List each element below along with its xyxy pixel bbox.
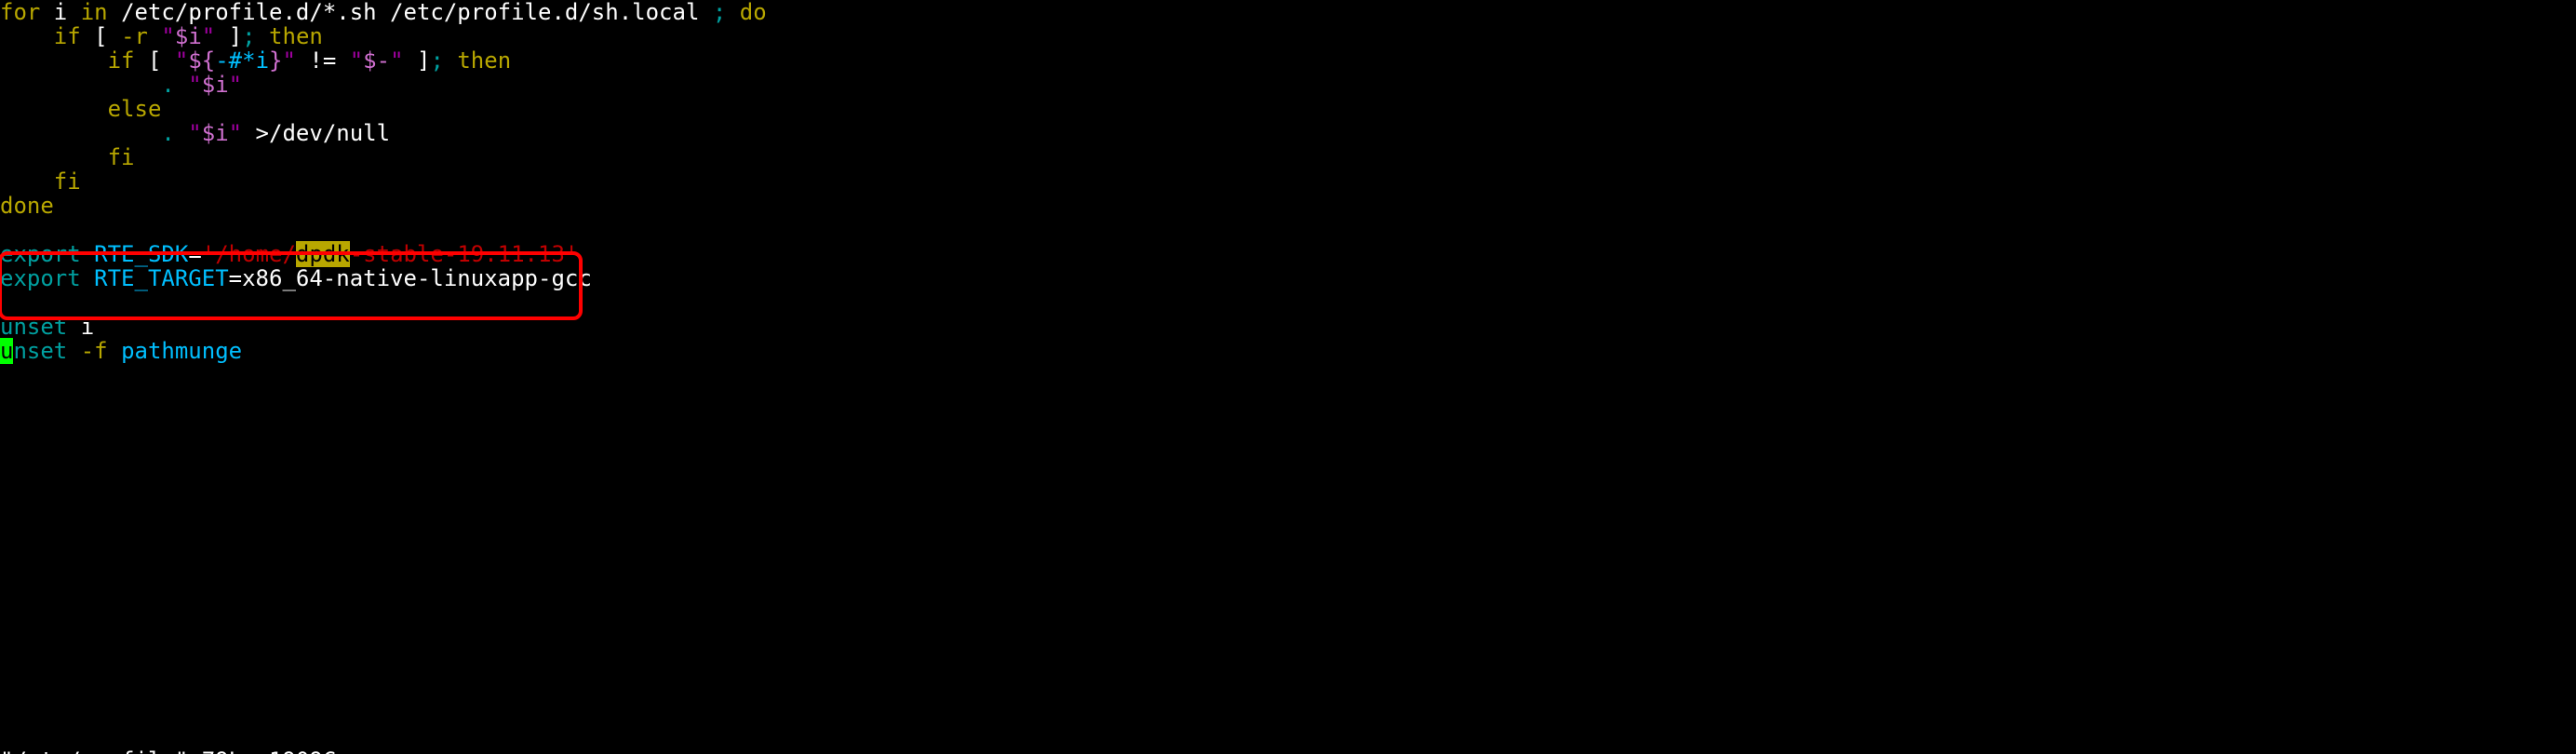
var: i xyxy=(81,314,94,340)
indent xyxy=(0,72,161,98)
sp xyxy=(175,120,188,146)
fn: pathmunge xyxy=(121,338,242,364)
val: x86_64-native-linuxapp-gcc xyxy=(242,265,592,291)
code-line: if [ "${-#*i}" != "$-" ]; then xyxy=(0,48,2576,73)
var-name: RTE_TARGET xyxy=(94,265,229,291)
indent xyxy=(0,144,108,170)
var: $i xyxy=(202,120,229,146)
status-line: "/etc/profile" 79L, 1909C 79,1 Bot xyxy=(0,724,2576,748)
kw-fi: fi xyxy=(54,168,81,195)
var: $i xyxy=(175,23,202,49)
txt: ] xyxy=(229,23,242,49)
code-line xyxy=(0,290,2576,315)
code-line: fi xyxy=(0,169,2576,194)
redir: > xyxy=(242,120,269,146)
sp xyxy=(81,265,94,291)
kw-then: then xyxy=(444,47,511,74)
expr: -#*i xyxy=(215,47,269,74)
sp xyxy=(81,241,94,267)
punct: ; xyxy=(713,0,726,25)
quote: " xyxy=(148,23,175,49)
txt: ] xyxy=(417,47,430,74)
kw-export: export xyxy=(0,265,81,291)
txt: /etc/profile.d/*.sh /etc/profile.d/sh.lo… xyxy=(108,0,713,25)
sp xyxy=(67,314,80,340)
eq: = xyxy=(229,265,242,291)
code-line: . "$i" >/dev/null xyxy=(0,121,2576,145)
code-line: fi xyxy=(0,145,2576,169)
code-line: . "$i" xyxy=(0,73,2576,97)
code-line: unset -f pathmunge xyxy=(0,339,2576,363)
dot: . xyxy=(161,72,174,98)
dot: . xyxy=(161,120,174,146)
indent xyxy=(0,96,108,122)
op: != xyxy=(296,47,350,74)
indent xyxy=(0,23,54,49)
var: $i xyxy=(202,72,229,98)
quote: " xyxy=(350,47,363,74)
indent xyxy=(0,120,161,146)
sp xyxy=(175,72,188,98)
quote: " xyxy=(175,47,188,74)
quote: " xyxy=(188,72,201,98)
flag: -r xyxy=(121,23,148,49)
flag: -f xyxy=(81,338,108,364)
path: /dev/null xyxy=(269,120,390,146)
kw-then: then xyxy=(256,23,323,49)
code-line: unset i xyxy=(0,315,2576,339)
kw-fi: fi xyxy=(108,144,135,170)
search-highlight: dpdk xyxy=(296,241,350,267)
kw-do: do xyxy=(726,0,766,25)
kw-if: if xyxy=(108,47,135,74)
txt: [ xyxy=(81,23,121,49)
quote: " xyxy=(390,47,417,74)
code-line: for i in /etc/profile.d/*.sh /etc/profil… xyxy=(0,0,2576,24)
txt: [ xyxy=(135,47,175,74)
kw-for: for xyxy=(0,0,40,25)
sp xyxy=(108,338,121,364)
expr: } xyxy=(269,47,282,74)
cursor: u xyxy=(0,338,13,364)
code-line: if [ -r "$i" ]; then xyxy=(0,24,2576,48)
indent xyxy=(0,168,54,195)
code-line: done xyxy=(0,194,2576,218)
indent xyxy=(0,47,108,74)
var: $- xyxy=(363,47,390,74)
code-line xyxy=(0,218,2576,242)
var-name: RTE_SDK xyxy=(94,241,188,267)
txt: i xyxy=(40,0,80,25)
kw-in: in xyxy=(81,0,108,25)
kw-else: else xyxy=(108,96,162,122)
string: '/home/ xyxy=(202,241,296,267)
sp xyxy=(67,338,80,364)
terminal-editor[interactable]: for i in /etc/profile.d/*.sh /etc/profil… xyxy=(0,0,2576,754)
expr: ${ xyxy=(188,47,215,74)
kw-unset: nset xyxy=(13,338,67,364)
string: -stable-19.11.13' xyxy=(350,241,579,267)
kw-unset: unset xyxy=(0,314,67,340)
punct: ; xyxy=(430,47,443,74)
kw-done: done xyxy=(0,193,54,219)
quote: " xyxy=(229,120,242,146)
code-line: export RTE_TARGET=x86_64-native-linuxapp… xyxy=(0,266,2576,290)
kw-export: export xyxy=(0,241,81,267)
code-line: export RTE_SDK='/home/dpdk-stable-19.11.… xyxy=(0,242,2576,266)
quote: " xyxy=(188,120,201,146)
punct: ; xyxy=(242,23,255,49)
status-file: "/etc/profile" 79L, 1909C xyxy=(0,748,336,754)
quote: " xyxy=(229,72,242,98)
code-line: else xyxy=(0,97,2576,121)
quote: " xyxy=(282,47,295,74)
quote: " xyxy=(202,23,229,49)
kw-if: if xyxy=(54,23,81,49)
eq: = xyxy=(188,241,201,267)
